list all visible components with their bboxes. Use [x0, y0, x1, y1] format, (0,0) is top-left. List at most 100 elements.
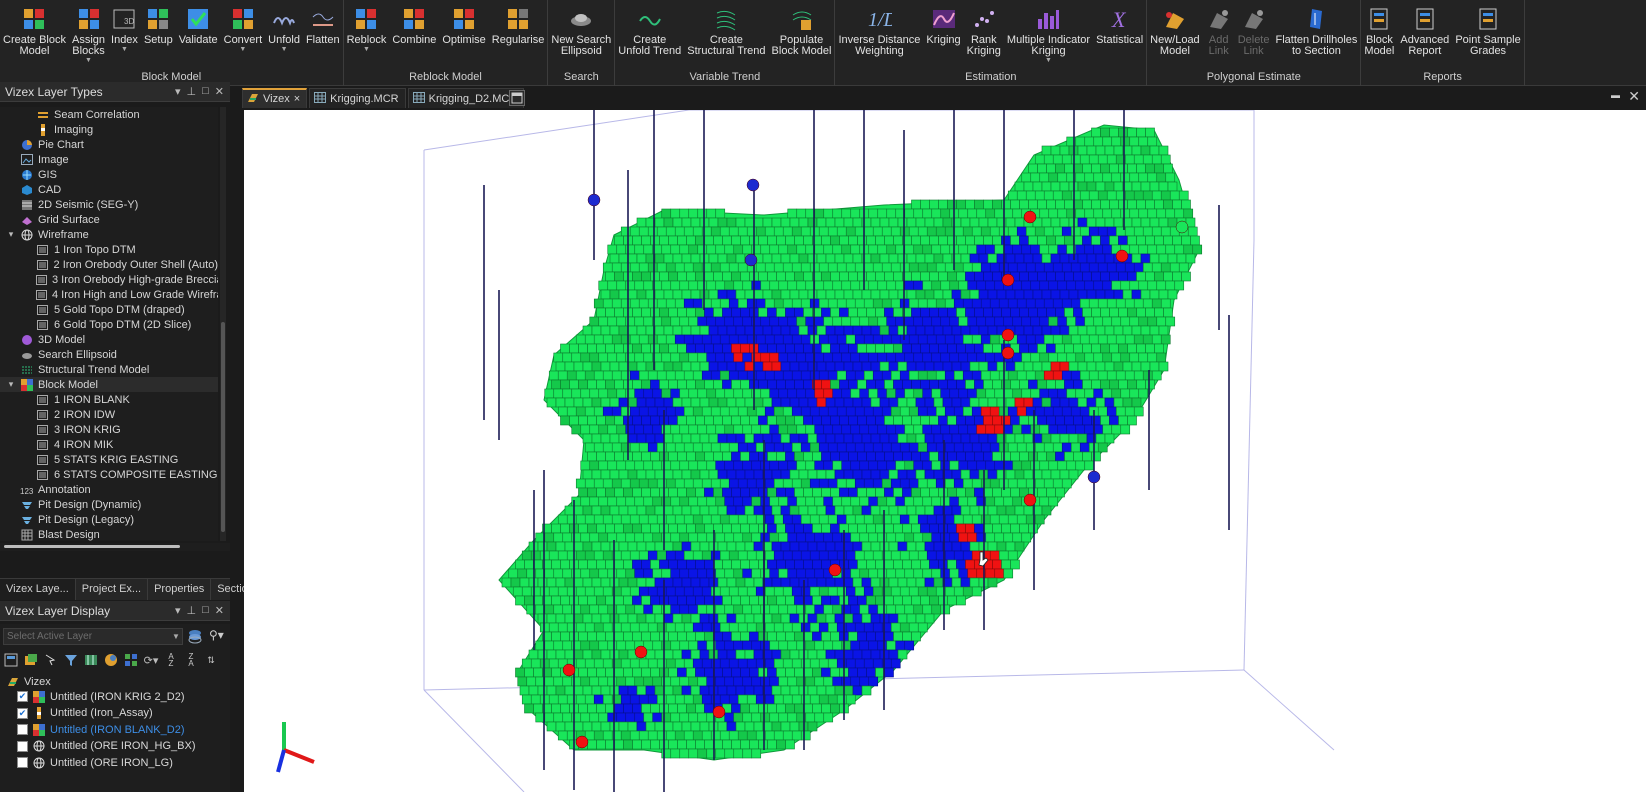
panel-tab[interactable]: Properties	[148, 579, 212, 600]
block-model-scene[interactable]	[244, 110, 1646, 792]
tree-item[interactable]: 4 Iron High and Low Grade Wirefram	[0, 287, 218, 302]
tree-item[interactable]: 3 IRON KRIG	[0, 422, 218, 437]
populate-block-model-button[interactable]: Populate Block Model	[769, 6, 835, 70]
close-icon[interactable]: ✕	[215, 85, 224, 98]
sort-az-icon[interactable]: AZ	[163, 652, 179, 668]
sort-za-icon[interactable]: ZA	[183, 652, 199, 668]
rank-kriging-button[interactable]: Rank Kriging	[964, 6, 1004, 70]
chevron-down-icon[interactable]: ▼	[363, 46, 370, 54]
layer-add-icon[interactable]	[23, 652, 39, 668]
tree-item[interactable]: Pit Design (Dynamic)	[0, 497, 218, 512]
tree-item[interactable]: Blast Design	[0, 527, 218, 541]
chevron-down-icon[interactable]: ▼	[1045, 57, 1052, 65]
maximize-icon[interactable]: □	[202, 85, 209, 98]
move-up-down-icon[interactable]: ⇅	[203, 652, 219, 668]
close-tab-icon[interactable]: ×	[294, 93, 300, 105]
flatten-drillholes-button[interactable]: Flatten Drillholes to Section	[1272, 6, 1360, 70]
close-icon[interactable]: ✕	[215, 604, 224, 617]
unfold-trend-button[interactable]: Create Unfold Trend	[615, 6, 684, 70]
combine-button[interactable]: Combine	[389, 6, 439, 70]
panel-tab[interactable]: Project Ex...	[76, 579, 149, 600]
chevron-down-icon[interactable]: ▼	[85, 57, 92, 65]
tree-item[interactable]: 2D Seismic (SEG-Y)	[0, 197, 218, 212]
document-tab[interactable]: Krigging.MCR	[309, 88, 406, 108]
add-link-button[interactable]: Add Link	[1203, 6, 1235, 70]
regularise-button[interactable]: Regularise	[489, 6, 548, 70]
map-icon[interactable]	[83, 652, 99, 668]
panel-menu-icon[interactable]: ▾	[175, 604, 181, 617]
index-button[interactable]: 3D Index ▼	[108, 6, 141, 70]
tree-item[interactable]: 3D Model	[0, 332, 218, 347]
panel-tab[interactable]: Vizex Laye...	[0, 579, 76, 600]
expand-chevron-icon[interactable]: ▾	[6, 379, 16, 390]
block-model-report-button[interactable]: Block Model	[1361, 6, 1397, 70]
layer-visibility-checkbox[interactable]: ✔	[17, 707, 28, 719]
new-load-model-button[interactable]: New/Load Model	[1147, 6, 1203, 70]
layer-visibility-checkbox[interactable]: ✔	[17, 691, 28, 702]
inverse-distance-button[interactable]: 1/DInverse Distance Weighting	[835, 6, 923, 70]
tree-item[interactable]: Pie Chart	[0, 137, 218, 152]
pin-icon[interactable]: ⊥	[187, 85, 197, 98]
tree-item[interactable]: ▾ Block Model	[0, 377, 218, 392]
tree-item[interactable]: Image	[0, 152, 218, 167]
layer-visibility-checkbox[interactable]	[17, 757, 28, 768]
refresh-icon[interactable]: ⟳▾	[143, 652, 159, 668]
tree-item[interactable]: Pit Design (Legacy)	[0, 512, 218, 527]
document-tab[interactable]: Vizex ×	[242, 88, 308, 108]
document-tab[interactable]: Krigging_D2.MCR	[407, 88, 525, 108]
panel-menu-icon[interactable]: ▾	[175, 85, 181, 98]
point-sample-grades-button[interactable]: Point Sample Grades	[1452, 6, 1523, 70]
flatten-button[interactable]: Flatten	[303, 6, 343, 70]
select-tool-icon[interactable]	[43, 652, 59, 668]
validate-button[interactable]: Validate	[176, 6, 221, 70]
tree-horizontal-scrollbar[interactable]	[0, 543, 230, 551]
tree-item[interactable]: Structural Trend Model	[0, 362, 218, 377]
tree-item[interactable]: 2 IRON IDW	[0, 407, 218, 422]
active-layer-select[interactable]: Select Active Layer ▼	[3, 628, 183, 645]
search-ellipsoid-button[interactable]: New Search Ellipsoid	[548, 6, 614, 70]
tree-item[interactable]: 1 Iron Topo DTM	[0, 242, 218, 257]
kriging-button[interactable]: Kriging	[923, 6, 963, 70]
tree-item[interactable]: 5 Gold Topo DTM (draped)	[0, 302, 218, 317]
assign-blocks-button[interactable]: Assign Blocks ▼	[69, 6, 108, 70]
grid-tool-icon[interactable]	[123, 652, 139, 668]
tree-item[interactable]: ▾ Wireframe	[0, 227, 218, 242]
chevron-down-icon[interactable]: ▼	[239, 46, 246, 54]
display-layer-row[interactable]: Untitled (ORE IRON_HG_BX)	[0, 738, 230, 755]
structural-trend-button[interactable]: Create Structural Trend	[684, 6, 768, 70]
tree-scrollbar[interactable]	[220, 107, 226, 541]
display-layer-row[interactable]: Untitled (IRON BLANK_D2)	[0, 721, 230, 738]
color-icon[interactable]	[103, 652, 119, 668]
filter-icon[interactable]	[63, 652, 79, 668]
tree-item[interactable]: Seam Correlation	[0, 107, 218, 122]
tree-item[interactable]: 3 Iron Orebody High-grade Breccia (A	[0, 272, 218, 287]
advanced-report-button[interactable]: Advanced Report	[1397, 6, 1452, 70]
chevron-down-icon[interactable]: ▼	[172, 629, 182, 644]
new-tab-icon[interactable]	[509, 90, 525, 106]
optimise-button[interactable]: Optimise	[439, 6, 488, 70]
layer-visibility-checkbox[interactable]	[17, 740, 28, 752]
search-icon[interactable]: ⚲▾	[209, 628, 224, 647]
tab-list-icon[interactable]: ▬	[1611, 90, 1620, 100]
reblock-button[interactable]: Reblock ▼	[344, 6, 390, 70]
chevron-down-icon[interactable]: ▼	[121, 46, 128, 54]
display-layer-row[interactable]: Untitled (ORE IRON_LG)	[0, 754, 230, 771]
expand-chevron-icon[interactable]: ▾	[6, 229, 16, 240]
tree-item[interactable]: 4 IRON MIK	[0, 437, 218, 452]
tree-item[interactable]: Search Ellipsoid	[0, 347, 218, 362]
display-layer-row[interactable]: ✔ Untitled (Iron_Assay)	[0, 705, 230, 722]
tree-item[interactable]: 2 Iron Orebody Outer Shell (Auto)	[0, 257, 218, 272]
create-block-model-button[interactable]: Create Block Model	[0, 6, 69, 70]
layers-icon[interactable]	[187, 628, 203, 647]
statistical-button[interactable]: X Statistical	[1093, 6, 1146, 70]
tree-item[interactable]: Grid Surface	[0, 212, 218, 227]
delete-link-button[interactable]: Delete Link	[1235, 6, 1273, 70]
maximize-icon[interactable]: □	[202, 604, 209, 617]
tree-item[interactable]: Imaging	[0, 122, 218, 137]
indicator-kriging-button[interactable]: Multiple Indicator Kriging ▼	[1004, 6, 1093, 70]
chevron-down-icon[interactable]: ▼	[281, 46, 288, 54]
display-layer-row[interactable]: ✔ Untitled (IRON KRIG 2_D2)	[0, 688, 230, 705]
tree-item[interactable]: 6 STATS COMPOSITE EASTING	[0, 467, 218, 482]
properties-tool-icon[interactable]	[3, 652, 19, 668]
close-viewport-icon[interactable]: ✕	[1628, 88, 1640, 105]
